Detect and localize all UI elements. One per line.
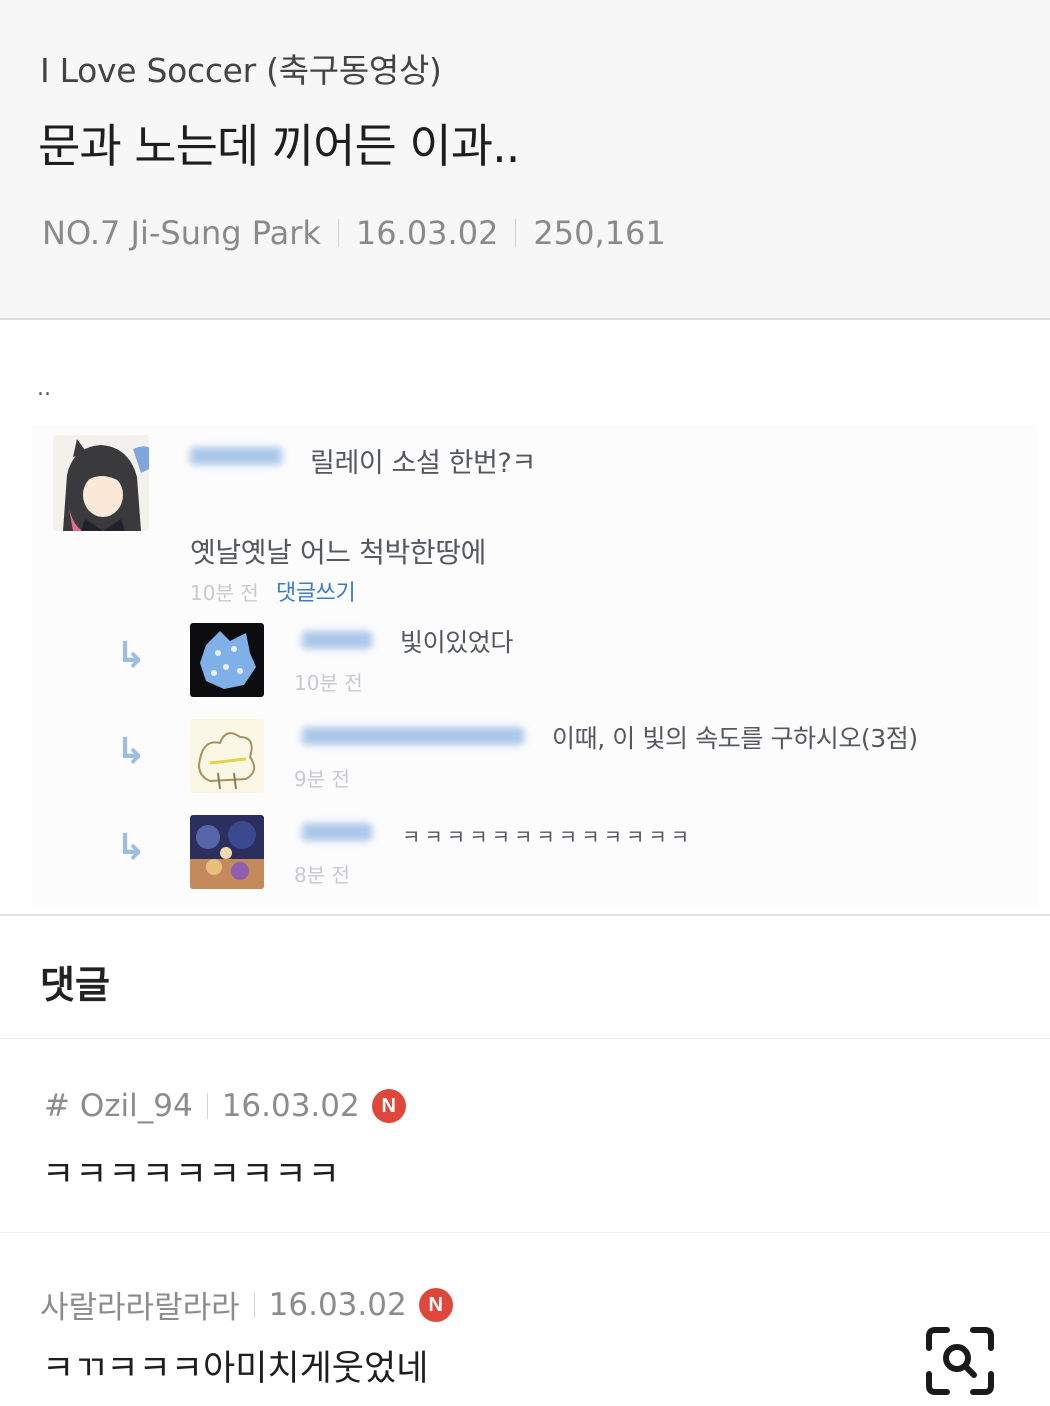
- reply-time: 9분 전: [294, 767, 350, 791]
- section-divider: [0, 914, 1050, 916]
- post-header: I Love Soccer (축구동영상) 문과 노는데 끼어든 이과.. NO…: [0, 0, 1050, 320]
- comment-date: 16.03.02: [268, 1286, 407, 1323]
- avatar: [190, 815, 264, 889]
- embedded-comment-screenshot: 릴레이 소설 한번?ㅋ 옛날옛날 어느 척박한땅에 10분 전 댓글쓰기 ↳ 빛…: [32, 425, 1038, 905]
- comment-text: ㅋㅋㅋㅋㅋㅋㅋㅋㅋ: [42, 1155, 341, 1195]
- blurred-username: [190, 447, 282, 465]
- search-zoom-icon[interactable]: [925, 1326, 995, 1396]
- reply-link[interactable]: 댓글쓰기: [276, 575, 356, 607]
- comment-text: 옛날옛날 어느 척박한땅에: [190, 536, 486, 569]
- comment-author[interactable]: 사랄라라랄라라: [40, 1282, 240, 1327]
- new-badge-icon: N: [418, 1287, 453, 1322]
- comment-text: ㅋㄲㅋㅋㅋ아미치게웃었네: [42, 1349, 429, 1389]
- avatar: [53, 435, 149, 531]
- comment-time: 10분 전: [190, 581, 259, 605]
- reply-text: 이때, 이 빛의 속도를 구하시오(3점): [552, 724, 918, 753]
- meta-divider: [515, 219, 517, 247]
- avatar: [190, 623, 264, 697]
- comment-text: 릴레이 소설 한번?ㅋ: [310, 448, 536, 479]
- blurred-username: [302, 823, 372, 841]
- comment-author[interactable]: # Ozil_94: [44, 1088, 193, 1124]
- post-meta: NO.7 Ji-Sung Park 16.03.02 250,161: [42, 214, 666, 252]
- meta-divider: [253, 1291, 255, 1318]
- post-author[interactable]: NO.7 Ji-Sung Park: [42, 214, 321, 252]
- reply-arrow-icon: ↳: [116, 731, 147, 772]
- reply-text: 빛이있었다: [400, 628, 514, 657]
- section-divider: [0, 1038, 1050, 1039]
- blurred-username: [302, 727, 524, 745]
- comment-meta: 사랄라라랄라라 16.03.02 N: [40, 1282, 453, 1327]
- post-title: 문과 노는데 끼어든 이과..: [38, 119, 520, 173]
- reply-text: ㅋㅋㅋㅋㅋㅋㅋㅋㅋㅋㅋㅋㅋ: [402, 825, 694, 849]
- reply-time: 8분 전: [294, 863, 350, 887]
- comment-date: 16.03.02: [221, 1088, 360, 1124]
- meta-divider: [206, 1093, 208, 1119]
- avatar: [190, 719, 264, 793]
- post-body-text: ..: [37, 376, 51, 401]
- comments-heading: 댓글: [40, 963, 110, 1007]
- meta-divider: [337, 219, 339, 247]
- reply-arrow-icon: ↳: [116, 827, 147, 868]
- section-divider: [0, 1232, 1050, 1233]
- post-views: 250,161: [533, 214, 666, 252]
- reply-time: 10분 전: [294, 671, 363, 695]
- comment-meta: # Ozil_94 16.03.02 N: [44, 1088, 406, 1124]
- post-date: 16.03.02: [355, 214, 499, 252]
- blurred-username: [302, 631, 372, 649]
- new-badge-icon: N: [371, 1089, 406, 1123]
- board-name[interactable]: I Love Soccer (축구동영상): [40, 44, 442, 92]
- reply-arrow-icon: ↳: [116, 635, 147, 676]
